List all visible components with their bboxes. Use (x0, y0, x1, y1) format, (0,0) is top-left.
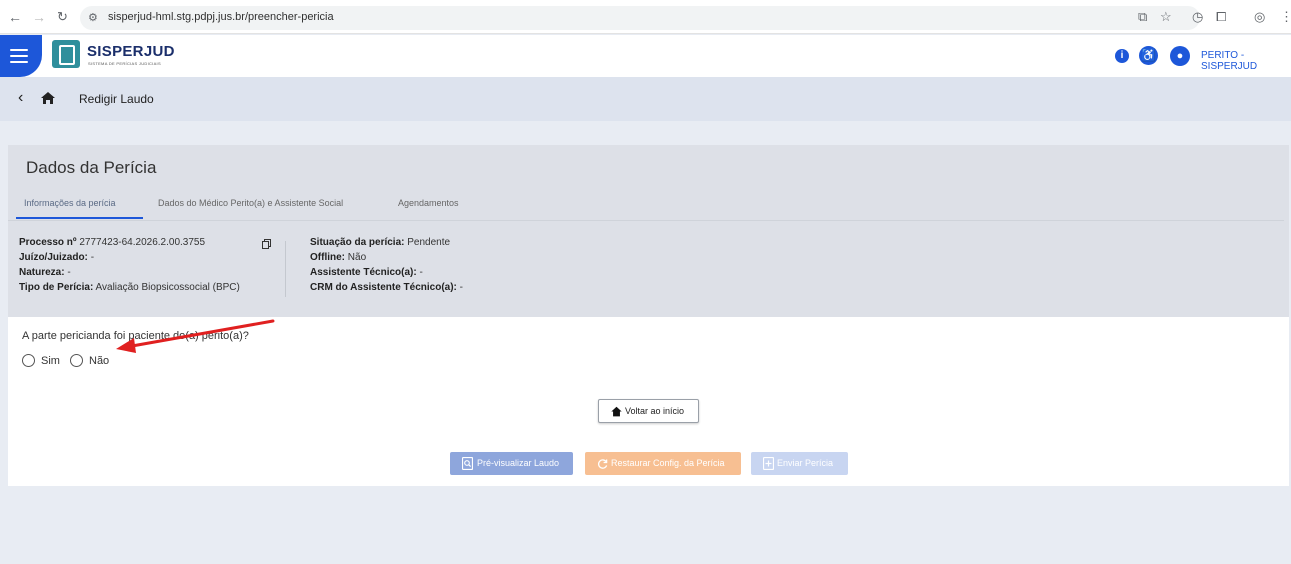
assistente-label: Assistente Técnico(a): (310, 267, 417, 278)
install-icon[interactable]: ⧉ (1138, 9, 1147, 25)
crm-label: CRM do Assistente Técnico(a): (310, 282, 457, 293)
app-subtitle: SISTEMA DE PERÍCIAS JUDICIAIS (88, 61, 161, 66)
offline-row: Offline: Não (310, 251, 366, 265)
menu-icon[interactable]: ⋮ (1280, 9, 1291, 25)
radio-sim-label[interactable]: Sim (41, 355, 60, 367)
star-icon[interactable]: ☆ (1160, 9, 1172, 25)
processo-value: 2777423-64.2026.2.00.3755 (79, 237, 206, 248)
back-arrow-icon[interactable]: ← (8, 9, 22, 25)
situacao-row: Situação da perícia: Pendente (310, 236, 450, 250)
tab-agendamentos[interactable]: Agendamentos (398, 198, 459, 208)
logo-icon (52, 40, 80, 68)
home-icon (611, 406, 622, 417)
back-home-button[interactable]: Voltar ao início (598, 399, 699, 423)
tipo-pericia-row: Tipo de Perícia: Avaliação Biopsicossoci… (19, 281, 240, 295)
app-name: SISPERJUD (87, 43, 175, 60)
juizo-row: Juízo/Juizado: - (19, 251, 94, 265)
crm-row: CRM do Assistente Técnico(a): - (310, 281, 463, 295)
tab-dados-medico[interactable]: Dados do Médico Perito(a) e Assistente S… (158, 198, 343, 208)
restore-config-label: Restaurar Config. da Perícia (611, 458, 725, 468)
restore-config-button[interactable]: Restaurar Config. da Perícia (585, 452, 741, 475)
radio-nao-label[interactable]: Não (89, 355, 109, 367)
processo-row: Processo nº 2777423-64.2026.2.00.3755 (19, 236, 205, 250)
back-home-label: Voltar ao início (625, 406, 685, 416)
home-icon[interactable] (40, 90, 56, 106)
radio-sim[interactable] (22, 354, 35, 367)
question-text: A parte pericianda foi paciente do(a) pe… (22, 330, 249, 342)
app-header: SISPERJUD SISTEMA DE PERÍCIAS JUDICIAIS … (0, 35, 1291, 77)
send-pericia-button[interactable]: Enviar Perícia (751, 452, 848, 475)
tipo-pericia-value: Avaliação Biopsicossocial (BPC) (95, 282, 240, 293)
preview-doc-icon (462, 457, 473, 470)
chevron-left-icon[interactable]: ‹ (18, 90, 23, 106)
user-avatar-icon[interactable]: ● (1170, 46, 1190, 66)
offline-value: Não (347, 252, 367, 263)
page-header: ‹ Redigir Laudo (0, 77, 1291, 121)
natureza-label: Natureza: (19, 267, 65, 278)
hamburger-menu-button[interactable] (0, 35, 42, 77)
history-icon[interactable]: ◷ (1192, 9, 1203, 25)
juizo-value: - (90, 252, 95, 263)
send-doc-icon (763, 457, 774, 470)
profile-icon[interactable]: ◎ (1254, 9, 1265, 25)
tabs-divider (8, 220, 1284, 221)
page-title: Redigir Laudo (79, 92, 154, 106)
processo-label: Processo nº (19, 237, 77, 248)
crm-value: - (459, 282, 463, 293)
refresh-icon (598, 459, 608, 469)
juizo-label: Juízo/Juizado: (19, 252, 88, 263)
natureza-row: Natureza: - (19, 266, 71, 280)
forward-arrow-icon[interactable]: → (32, 9, 46, 25)
situacao-label: Situação da perícia: (310, 237, 405, 248)
info-column-divider (285, 241, 286, 297)
active-tab-indicator (16, 217, 143, 219)
card-heading: Dados da Perícia (26, 158, 157, 177)
preview-report-label: Pré-visualizar Laudo (477, 458, 560, 468)
tab-bar: Informações da perícia Dados do Médico P… (8, 193, 528, 219)
site-info-icon[interactable]: ⚙ (88, 11, 98, 24)
tipo-pericia-label: Tipo de Perícia: (19, 282, 94, 293)
accessibility-icon[interactable]: ♿ (1139, 46, 1158, 65)
user-label[interactable]: PERITO - SISPERJUD (1201, 50, 1291, 72)
reload-icon[interactable]: ↻ (57, 9, 68, 25)
extensions-icon[interactable]: ⧠ (1216, 9, 1226, 25)
natureza-value: - (67, 267, 71, 278)
situacao-value: Pendente (407, 237, 451, 248)
preview-report-button[interactable]: Pré-visualizar Laudo (450, 452, 573, 475)
url-text[interactable]: sisperjud-hml.stg.pdpj.jus.br/preencher-… (108, 11, 334, 23)
send-pericia-label: Enviar Perícia (777, 458, 834, 468)
assistente-row: Assistente Técnico(a): - (310, 266, 423, 280)
assistente-value: - (419, 267, 423, 278)
browser-toolbar: ← → ↻ ⚙ sisperjud-hml.stg.pdpj.jus.br/pr… (0, 0, 1291, 34)
offline-label: Offline: (310, 252, 345, 263)
info-icon[interactable]: i (1115, 49, 1129, 63)
radio-nao[interactable] (70, 354, 83, 367)
copy-icon[interactable] (262, 239, 271, 249)
address-bar[interactable]: ⚙ sisperjud-hml.stg.pdpj.jus.br/preenche… (80, 6, 1200, 30)
tab-informacoes[interactable]: Informações da perícia (24, 198, 116, 208)
